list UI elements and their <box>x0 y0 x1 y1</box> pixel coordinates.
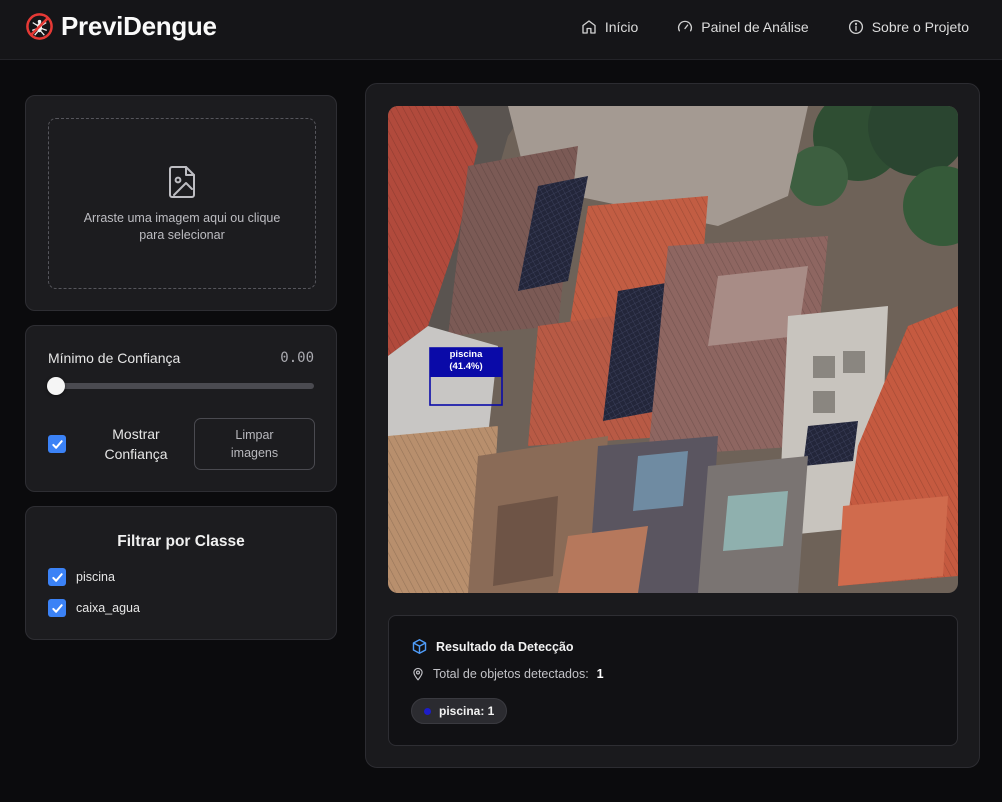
satellite-image: piscina (41.4%) <box>388 106 958 593</box>
piscina-checkbox[interactable] <box>48 568 66 586</box>
result-title-row: Resultado da Detecção <box>411 638 574 655</box>
info-icon <box>848 19 863 35</box>
image-file-icon <box>169 165 195 198</box>
nav-label: Início <box>604 19 639 35</box>
filter-option-caixa-agua[interactable]: caixa_agua <box>48 599 140 617</box>
caixa-agua-checkbox[interactable] <box>48 599 66 617</box>
filter-option-label: piscina <box>76 570 115 584</box>
class-count-chip: piscina: 1 <box>411 698 508 724</box>
show-confidence-label: Mostrar Confiança <box>104 426 168 462</box>
analysis-panel: piscina (41.4%) Resultado da Detecção To… <box>365 83 980 768</box>
clear-images-button[interactable]: Limpar imagens <box>194 418 315 470</box>
detection-class: piscina <box>449 349 483 360</box>
checkmark-icon <box>51 439 63 449</box>
dropzone-text: Arraste uma imagem aqui ou clique para s… <box>83 210 281 242</box>
class-filter-card: Filtrar por Classe piscina caixa_agua <box>25 506 337 640</box>
total-value: 1 <box>596 667 604 681</box>
cube-icon <box>412 639 427 654</box>
map-pin-icon <box>413 667 423 681</box>
result-total-row: Total de objetos detectados: 1 <box>411 667 604 681</box>
no-mosquito-icon <box>26 13 53 40</box>
top-navbar: PreviDengue Início Painel de Análise Sob… <box>0 0 1002 60</box>
confidence-value: 0.00 <box>280 350 314 366</box>
filter-option-label: caixa_agua <box>76 601 140 615</box>
detection-result-card: Resultado da Detecção Total de objetos d… <box>388 615 958 746</box>
filter-option-piscina[interactable]: piscina <box>48 568 115 586</box>
detection-label: piscina (41.4%) <box>430 349 502 373</box>
confidence-slider-thumb[interactable] <box>47 377 65 395</box>
confidence-label: Mínimo de Confiança <box>48 350 181 366</box>
app-title: PreviDengue <box>61 11 217 41</box>
image-dropzone[interactable]: Arraste uma imagem aqui ou clique para s… <box>48 118 316 289</box>
result-title: Resultado da Detecção <box>436 639 574 654</box>
chip-label: piscina: 1 <box>439 704 495 718</box>
brand-logo-link[interactable]: PreviDengue <box>25 11 217 42</box>
main-nav: Início Painel de Análise Sobre o Projeto <box>580 18 969 36</box>
detection-confidence: (41.4%) <box>449 361 483 372</box>
home-icon <box>582 20 596 34</box>
gauge-icon <box>678 20 693 32</box>
confidence-card: Mínimo de Confiança 0.00 Mostrar Confian… <box>25 325 337 492</box>
upload-card: Arraste uma imagem aqui ou clique para s… <box>25 95 337 311</box>
filter-title: Filtrar por Classe <box>117 533 245 550</box>
class-color-dot <box>424 707 431 715</box>
nav-inicio[interactable]: Início <box>580 18 638 36</box>
checkmark-icon <box>51 572 63 582</box>
nav-sobre-o-projeto[interactable]: Sobre o Projeto <box>847 18 969 36</box>
checkmark-icon <box>51 603 63 613</box>
nav-label: Sobre o Projeto <box>871 19 969 35</box>
total-label: Total de objetos detectados: <box>433 667 589 681</box>
show-confidence-checkbox[interactable] <box>48 435 66 453</box>
confidence-slider-track[interactable] <box>56 383 314 389</box>
nav-painel-de-analise[interactable]: Painel de Análise <box>676 18 809 36</box>
nav-label: Painel de Análise <box>701 19 809 35</box>
